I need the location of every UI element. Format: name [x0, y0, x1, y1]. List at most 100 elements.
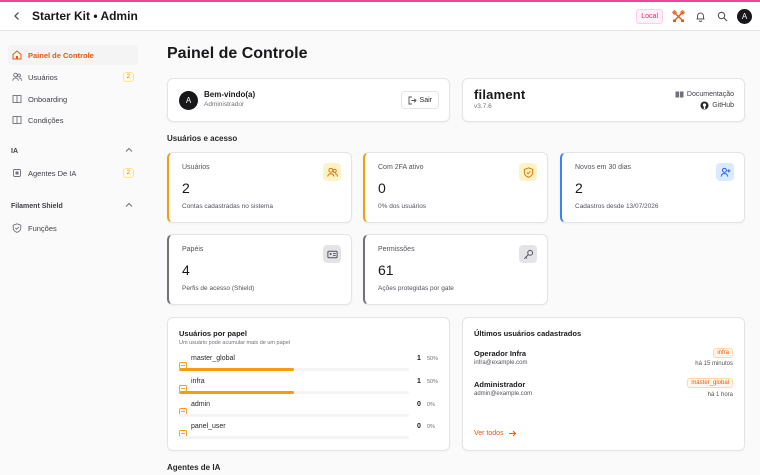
sidebar-group-filament-shield[interactable]: Filament Shield [11, 202, 133, 210]
logout-button[interactable]: Sair [400, 91, 439, 109]
stat-value: 61 [378, 262, 394, 278]
role-progress-track [179, 368, 409, 371]
role-progress-fill [179, 368, 294, 371]
role-row: admin 0 0% [179, 401, 439, 419]
stat-label: Papéis [182, 246, 204, 253]
stat-description: Ações protegidas por gate [378, 285, 454, 292]
stat-card-roles: Papéis 4 Perfis de acesso (Shield) [167, 234, 352, 305]
role-percent: 50% [427, 356, 439, 362]
shield-check-icon [519, 163, 537, 181]
notifications-bell-icon[interactable] [693, 9, 707, 23]
role-percent: 0% [427, 424, 435, 430]
tag-icon [179, 356, 187, 369]
stat-description: Contas cadastradas no sistema [182, 203, 274, 210]
stat-card-2fa: Com 2FA ativo 0 0% dos usuários [363, 152, 548, 223]
latest-user-time: há 15 minutos [695, 361, 733, 367]
logout-label: Sair [419, 96, 432, 104]
role-name: admin [191, 401, 211, 408]
see-all-link[interactable]: Ver todos [474, 429, 517, 438]
sidebar-item-ai-agents[interactable]: Agentes De IA 2 [8, 163, 138, 183]
tag-icon [179, 379, 187, 392]
home-icon [12, 50, 22, 60]
section-title-users-access: Usuários e acesso [167, 134, 238, 143]
section-title-ai-agents: Agentes de IA [167, 463, 221, 472]
role-name: panel_user [191, 423, 226, 430]
role-count: 0 [417, 401, 421, 408]
users-by-role-card: Usuários por papel Um usuário pode acumu… [167, 317, 450, 451]
stat-value: 0 [378, 180, 386, 196]
stat-label: Novos em 30 dias [575, 164, 632, 171]
filament-info-card: filament v3.7.6 Documentação GitHub [462, 78, 745, 122]
ai-agents-count-badge: 2 [122, 168, 134, 178]
github-link[interactable]: GitHub [700, 101, 734, 110]
filament-version: v3.7.6 [474, 103, 492, 110]
stat-label: Permissões [378, 246, 415, 253]
sidebar-item-onboarding[interactable]: Onboarding [8, 89, 138, 109]
users-count-badge: 2 [122, 72, 134, 82]
page-title: Painel de Controle [167, 45, 308, 62]
chevron-up-icon[interactable] [125, 202, 133, 210]
book-icon [12, 94, 22, 104]
users-icon [12, 72, 22, 82]
sidebar-item-roles[interactable]: Funções [8, 218, 138, 238]
card-subtitle: Um usuário pode acumular mais de um pape… [179, 340, 290, 346]
sidebar-item-label: Onboarding [28, 94, 68, 104]
search-icon[interactable] [715, 9, 729, 23]
stat-description: Perfis de acesso (Shield) [182, 285, 255, 292]
stat-value: 2 [575, 180, 583, 196]
tools-icon[interactable] [671, 9, 685, 23]
role-name: infra [191, 378, 205, 385]
sidebar-item-conditions[interactable]: Condições [8, 110, 138, 130]
documentation-link[interactable]: Documentação [675, 90, 734, 99]
role-badge: master_global [687, 378, 733, 388]
latest-user-email: infra@example.com [474, 360, 528, 366]
book-icon [12, 115, 22, 125]
role-percent: 50% [427, 379, 439, 385]
github-icon [700, 101, 709, 110]
back-arrow-icon[interactable] [10, 9, 24, 23]
app-title: Starter Kit • Admin [32, 9, 138, 23]
stat-card-permissions: Permissões 61 Ações protegidas por gate [363, 234, 548, 305]
sidebar-item-dashboard[interactable]: Painel de Controle [8, 45, 138, 65]
tag-icon [179, 424, 187, 437]
sidebar-group-label: IA [11, 147, 18, 155]
sidebar-item-label: Agentes De IA [28, 168, 77, 178]
latest-user-time: há 1 hora [707, 392, 733, 398]
shield-icon [12, 223, 22, 233]
stat-value: 4 [182, 262, 190, 278]
role-count: 1 [417, 378, 421, 385]
role-row: infra 1 50% [179, 378, 439, 396]
welcome-avatar: A [179, 91, 198, 110]
stat-label: Usuários [182, 164, 210, 171]
sidebar-item-label: Funções [28, 223, 57, 233]
latest-users-card: Últimos usuários cadastrados Operador In… [462, 317, 745, 451]
arrow-right-icon [508, 429, 517, 438]
sidebar: Painel de Controle Usuários 2 Onboarding… [0, 31, 148, 475]
cpu-icon [12, 168, 22, 178]
stat-description: Cadastros desde 13/07/2026 [575, 203, 659, 210]
filament-logo: filament [474, 87, 526, 102]
role-row: master_global 1 50% [179, 355, 439, 373]
role-progress-track [179, 436, 409, 439]
stat-label: Com 2FA ativo [378, 164, 424, 171]
user-avatar[interactable]: A [737, 8, 752, 24]
latest-user-email: admin@example.com [474, 391, 533, 397]
tag-icon [179, 402, 187, 415]
chevron-up-icon[interactable] [125, 147, 133, 155]
latest-user-name[interactable]: Administrador [474, 380, 525, 389]
stat-card-new-users: Novos em 30 dias 2 Cadastros desde 13/07… [560, 152, 745, 223]
role-progress-fill [179, 391, 294, 394]
book-open-icon [675, 90, 684, 99]
sidebar-group-ia[interactable]: IA [11, 147, 133, 155]
stat-card-users: Usuários 2 Contas cadastradas no sistema [167, 152, 352, 223]
welcome-title: Bem-vindo(a) [204, 90, 256, 99]
sidebar-item-label: Painel de Controle [28, 50, 94, 60]
role-count: 0 [417, 423, 421, 430]
welcome-card: A Bem-vindo(a) Administrador Sair [167, 78, 450, 122]
topbar-actions: Local A [636, 8, 752, 24]
role-percent: 0% [427, 402, 435, 408]
card-title: Últimos usuários cadastrados [474, 329, 582, 338]
latest-user-name[interactable]: Operador Infra [474, 349, 526, 358]
see-all-label: Ver todos [474, 430, 504, 437]
sidebar-item-users[interactable]: Usuários 2 [8, 67, 138, 87]
